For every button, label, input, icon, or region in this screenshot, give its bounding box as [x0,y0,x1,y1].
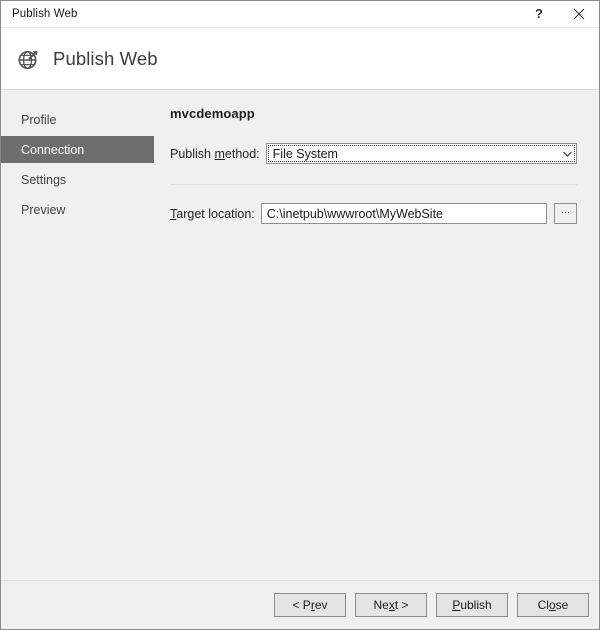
sidebar-item-connection[interactable]: Connection [1,136,154,163]
target-location-label: Target location: [170,206,255,221]
dialog-footer: < Pr ev Ne x t > Publish Cl o se [1,580,599,629]
main-content: mvcdemoapp Publish method: File System T… [149,90,599,580]
publish-method-select[interactable]: File System [265,143,577,164]
browse-button[interactable]: ... [554,203,577,224]
publish-method-value: File System [272,146,338,161]
window-title: Publish Web [12,8,78,20]
globe-publish-icon [14,44,44,74]
publish-button[interactable]: Publish [436,593,508,617]
publish-method-label: Publish method: [170,146,260,161]
next-button[interactable]: Ne x t > [355,593,427,617]
page-title: Publish Web [53,47,158,69]
chevron-down-icon [559,151,576,157]
close-icon[interactable] [559,1,599,27]
sidebar-item-label: Settings [21,172,67,187]
section-divider [170,184,577,185]
dialog-header: Publish Web [1,27,599,90]
sidebar-item-profile[interactable]: Profile [1,106,149,133]
target-location-row: Target location: ... [170,203,577,224]
title-bar: Publish Web ? [1,1,599,27]
publish-web-dialog: Publish Web ? Publish Web Profile Connec… [0,0,600,630]
sidebar-item-label: Profile [21,112,57,127]
window-controls: ? [519,1,599,27]
help-icon[interactable]: ? [519,1,559,27]
sidebar-item-label: Connection [21,142,85,157]
close-button-footer[interactable]: Cl o se [517,593,589,617]
target-location-input[interactable] [260,203,547,224]
sidebar-item-preview[interactable]: Preview [1,196,149,223]
publish-method-row: Publish method: File System [170,143,577,164]
sidebar-item-label: Preview [21,202,66,217]
app-name-heading: mvcdemoapp [170,106,255,121]
prev-button[interactable]: < Pr ev [274,593,346,617]
sidebar-item-settings[interactable]: Settings [1,166,149,193]
dialog-body: Profile Connection Settings Preview mvcd… [1,90,599,580]
wizard-sidebar: Profile Connection Settings Preview [1,90,154,580]
